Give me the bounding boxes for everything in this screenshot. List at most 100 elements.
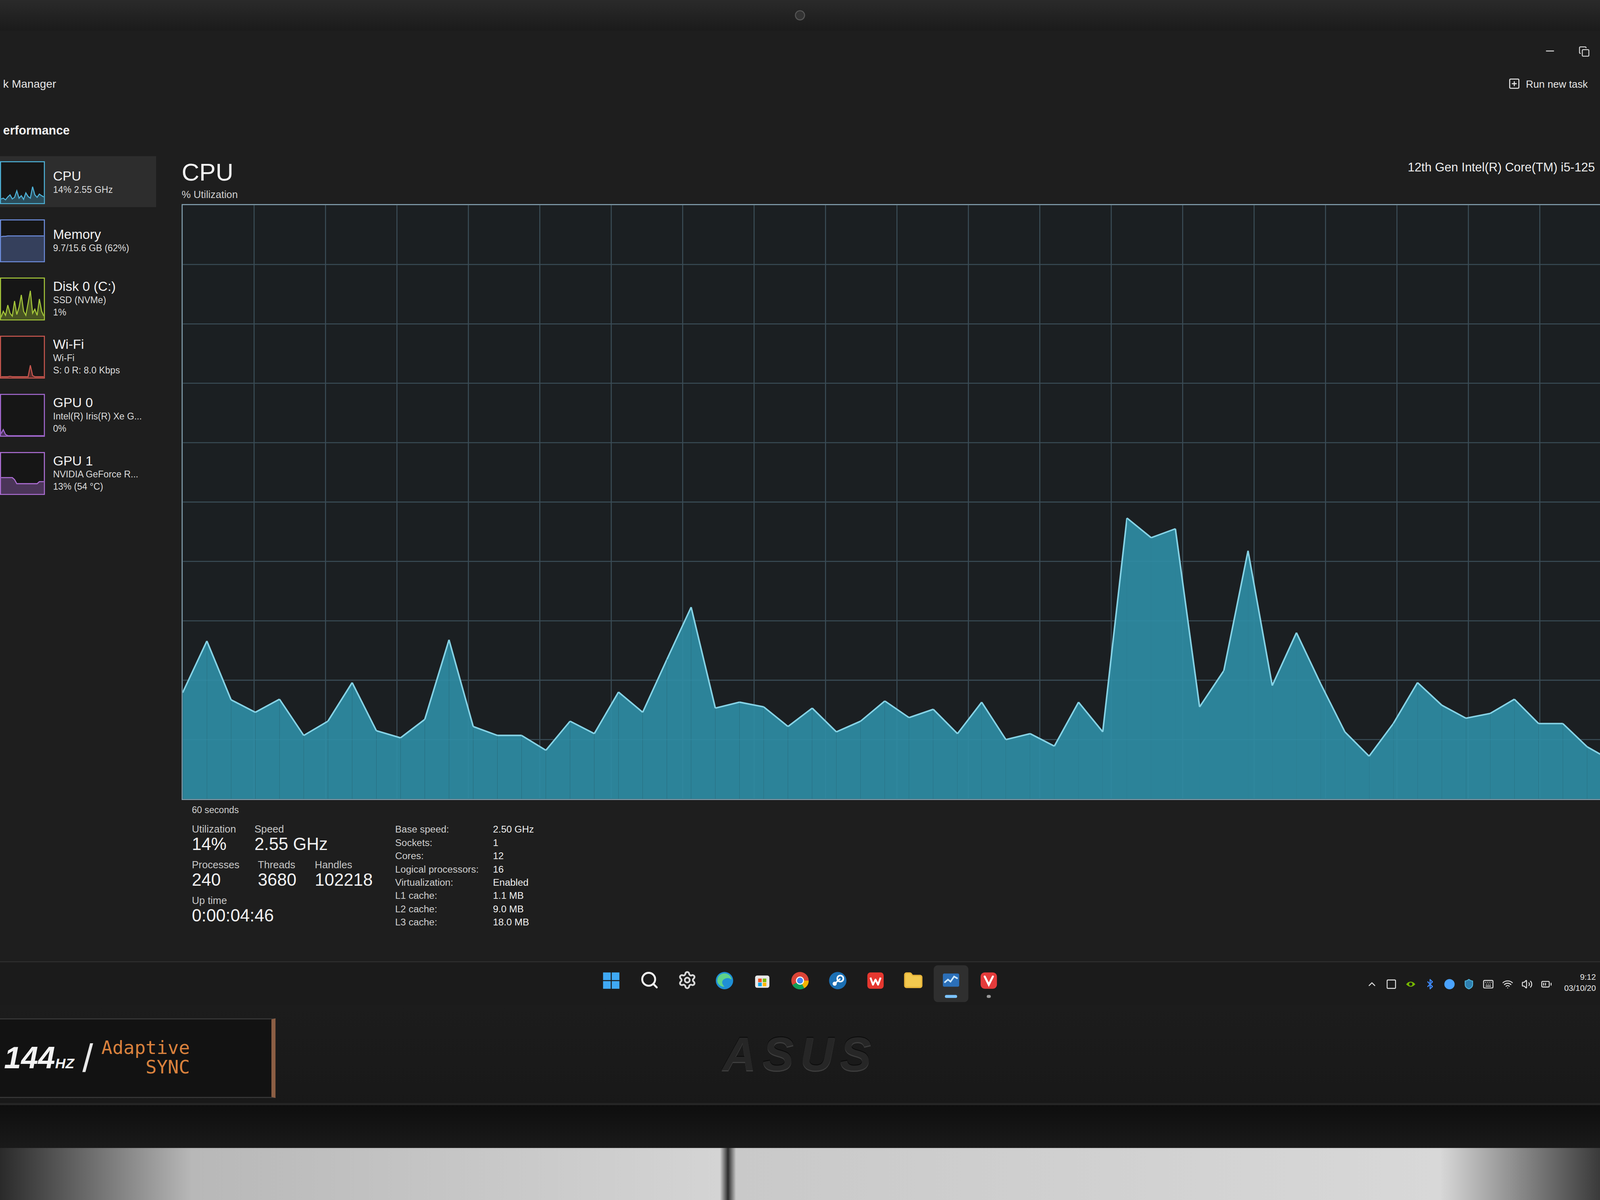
chart-segment [594, 692, 619, 799]
taskbar-app[interactable] [820, 965, 855, 1003]
taskbar-app[interactable] [707, 965, 742, 1003]
run-indicator [798, 994, 802, 998]
thumbnail-graph [0, 219, 45, 262]
chart-segment [1344, 731, 1370, 799]
sidebar-item[interactable]: GPU 1NVIDIA GeForce R...13% (54 °C) [0, 446, 156, 499]
restore-icon[interactable] [1578, 45, 1590, 57]
taskbar-app[interactable] [782, 965, 818, 1003]
run-indicator [646, 994, 651, 998]
taskbar-app[interactable] [594, 965, 629, 1003]
chart-segment [933, 709, 958, 799]
add-task-icon [1508, 77, 1522, 90]
taskbar-app[interactable] [631, 965, 667, 1003]
grid-line [967, 205, 970, 800]
grid-line [1467, 205, 1470, 800]
volume-icon [1521, 978, 1533, 990]
run-new-task-button[interactable]: Run new task [1504, 75, 1592, 92]
sidebar: CPU14% 2.55 GHz Memory9.7/15.6 GB (62%) Di… [0, 144, 166, 962]
title-bar: k Manager Run new task [0, 71, 1600, 97]
run-indicator [944, 994, 958, 998]
wifi-icon [1501, 978, 1514, 990]
cpu-model: 12th Gen Intel(R) Core(TM) i5-125 [1407, 158, 1596, 175]
edge-icon [714, 969, 735, 991]
taskbar-app[interactable] [933, 965, 969, 1003]
taskbar-app[interactable] [858, 965, 893, 1003]
chart-segment [691, 607, 716, 799]
bluetooth-icon [1424, 978, 1436, 990]
chart-segment [1514, 699, 1539, 799]
window-title: k Manager [3, 77, 57, 90]
chart-segment [1005, 733, 1031, 800]
chart-segment [1248, 550, 1273, 800]
chart-segment [884, 700, 910, 799]
grid-line [253, 205, 255, 800]
run-indicator [911, 994, 916, 998]
thumbnail-graph [0, 393, 45, 437]
chart-segment [618, 692, 643, 799]
sidebar-item[interactable]: Memory9.7/15.6 GB (62%) [0, 214, 156, 266]
taskbar-app[interactable] [971, 965, 1006, 1003]
taskbar-app[interactable] [669, 965, 704, 1003]
chart-segment [788, 707, 813, 799]
detail-value: 12 [492, 850, 534, 862]
run-indicator [609, 994, 614, 998]
grid-line [825, 205, 827, 800]
detail-label: L1 cache: [395, 889, 479, 901]
chart-segment [739, 701, 764, 799]
run-indicator [684, 994, 689, 998]
minimize-icon[interactable] [1544, 44, 1557, 58]
chart-segment [1465, 713, 1491, 800]
chart-segment [182, 640, 207, 799]
chart-segment [473, 726, 498, 800]
search-icon [639, 970, 659, 990]
store-icon [751, 969, 773, 991]
detail-value: 1.1 MB [492, 889, 534, 901]
grid-line [182, 561, 1600, 563]
sidebar-item[interactable]: CPU14% 2.55 GHz [0, 155, 156, 208]
panel-header: CPU 12th Gen Intel(R) Core(TM) i5-125 [181, 158, 1595, 187]
stat: Speed2.55 GHz [254, 823, 328, 856]
uptime-stat: Up time0:00:04:46 [191, 894, 373, 927]
shield-icon [1463, 978, 1475, 990]
clock[interactable]: 9:1203/10/20 [1564, 972, 1597, 995]
camera [794, 10, 806, 21]
taskbar-app[interactable] [896, 965, 931, 1003]
window-controls [0, 30, 1600, 72]
taskbar-app[interactable] [744, 965, 780, 1003]
utilization-chart [182, 205, 1600, 800]
grid-line [325, 205, 327, 800]
panel-title: CPU [181, 158, 234, 187]
detail-value: 1 [492, 836, 534, 849]
chart-segment [957, 701, 982, 799]
sidebar-item[interactable]: Wi-FiWi-FiS: 0 R: 8.0 Kbps [0, 330, 156, 382]
thumbnail-graph [0, 276, 45, 320]
chart-segment [1586, 746, 1600, 800]
chart-segment [400, 719, 425, 800]
sidebar-item[interactable]: GPU 0Intel(R) Iris(R) Xe G...0% [0, 388, 156, 441]
chart-segment [1272, 632, 1297, 799]
stats: Utilization14%Speed2.55 GHzProcesses240T… [191, 823, 1595, 928]
chart-segment [206, 640, 231, 799]
detail-label: Logical processors: [395, 863, 479, 875]
stat: Utilization14% [191, 823, 236, 856]
chrome-icon [789, 969, 810, 991]
detail-value: 18.0 MB [492, 916, 534, 928]
live-stats: Utilization14%Speed2.55 GHzProcesses240T… [191, 823, 373, 928]
gear-icon [676, 970, 697, 990]
chart-segment [1441, 705, 1466, 799]
sidebar-item[interactable]: Disk 0 (C:)SSD (NVMe)1% [0, 272, 156, 324]
chart-segment [763, 706, 789, 799]
cpu-panel: CPU12th Gen Intel(R) Core(TM) i5-125% Ut… [165, 144, 1600, 962]
detail-label: L3 cache: [395, 916, 479, 928]
chart-segment [497, 735, 522, 799]
detail-value: 9.0 MB [492, 903, 534, 915]
chart-segment [570, 721, 595, 799]
chart-segment [1054, 701, 1079, 799]
chart-frame [181, 203, 1600, 800]
steam-icon [827, 969, 848, 991]
grid-line [182, 442, 1600, 444]
thumbnail-graph [0, 451, 45, 495]
chart-segment [1320, 683, 1345, 799]
grid-line [182, 620, 1600, 622]
chart-segment [667, 607, 692, 799]
